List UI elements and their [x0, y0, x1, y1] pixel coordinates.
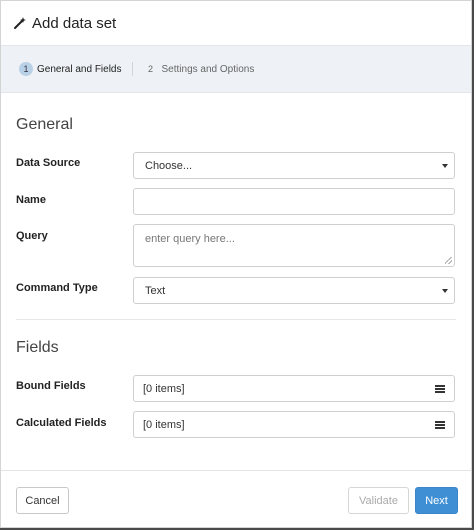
section-heading-general: General — [16, 116, 73, 133]
add-data-set-dialog: Add data set 1 General and Fields 2 Sett… — [0, 0, 472, 528]
calculated-fields-value: [0 items] — [143, 418, 185, 431]
step-separator — [131, 62, 133, 76]
chevron-down-icon — [442, 288, 448, 293]
resize-handle-icon[interactable] — [445, 257, 452, 264]
list-menu-icon[interactable] — [435, 384, 445, 393]
footer-divider — [1, 470, 471, 471]
name-label: Name — [16, 194, 46, 206]
next-button[interactable]: Next — [415, 487, 458, 514]
section-heading-fields: Fields — [16, 339, 59, 356]
calculated-fields-label: Calculated Fields — [16, 417, 107, 429]
name-input[interactable] — [133, 188, 455, 215]
dialog-header: Add data set — [1, 1, 471, 45]
dialog-title: Add data set — [32, 14, 117, 32]
command-type-select[interactable]: Text — [133, 277, 455, 304]
wizard-steps: 1 General and Fields 2 Settings and Opti… — [1, 45, 471, 93]
step-general-and-fields[interactable]: 1 General and Fields — [19, 62, 122, 76]
command-type-label: Command Type — [16, 282, 98, 294]
step-settings-and-options[interactable]: 2 Settings and Options — [144, 62, 255, 76]
step-label: General and Fields — [37, 63, 122, 75]
chevron-down-icon — [442, 163, 448, 168]
data-source-label: Data Source — [16, 157, 81, 169]
bound-fields-input[interactable]: [0 items] — [133, 375, 455, 402]
validate-button[interactable]: Validate — [348, 487, 409, 514]
bound-fields-label: Bound Fields — [16, 380, 86, 392]
data-source-select[interactable]: Choose... — [133, 152, 455, 179]
data-source-value: Choose... — [145, 159, 193, 172]
query-label: Query — [16, 230, 48, 242]
cancel-button[interactable]: Cancel — [16, 487, 69, 514]
command-type-value: Text — [145, 284, 166, 297]
step-label: Settings and Options — [161, 63, 255, 75]
section-divider — [16, 319, 456, 320]
list-menu-icon[interactable] — [435, 420, 445, 429]
query-placeholder: enter query here... — [145, 233, 235, 245]
calculated-fields-input[interactable]: [0 items] — [133, 411, 455, 438]
magic-wand-icon — [13, 16, 27, 30]
step-number-badge: 2 — [147, 64, 153, 74]
query-textarea[interactable]: enter query here... — [133, 224, 455, 267]
step-number-badge: 1 — [19, 62, 33, 76]
bound-fields-value: [0 items] — [143, 382, 185, 395]
